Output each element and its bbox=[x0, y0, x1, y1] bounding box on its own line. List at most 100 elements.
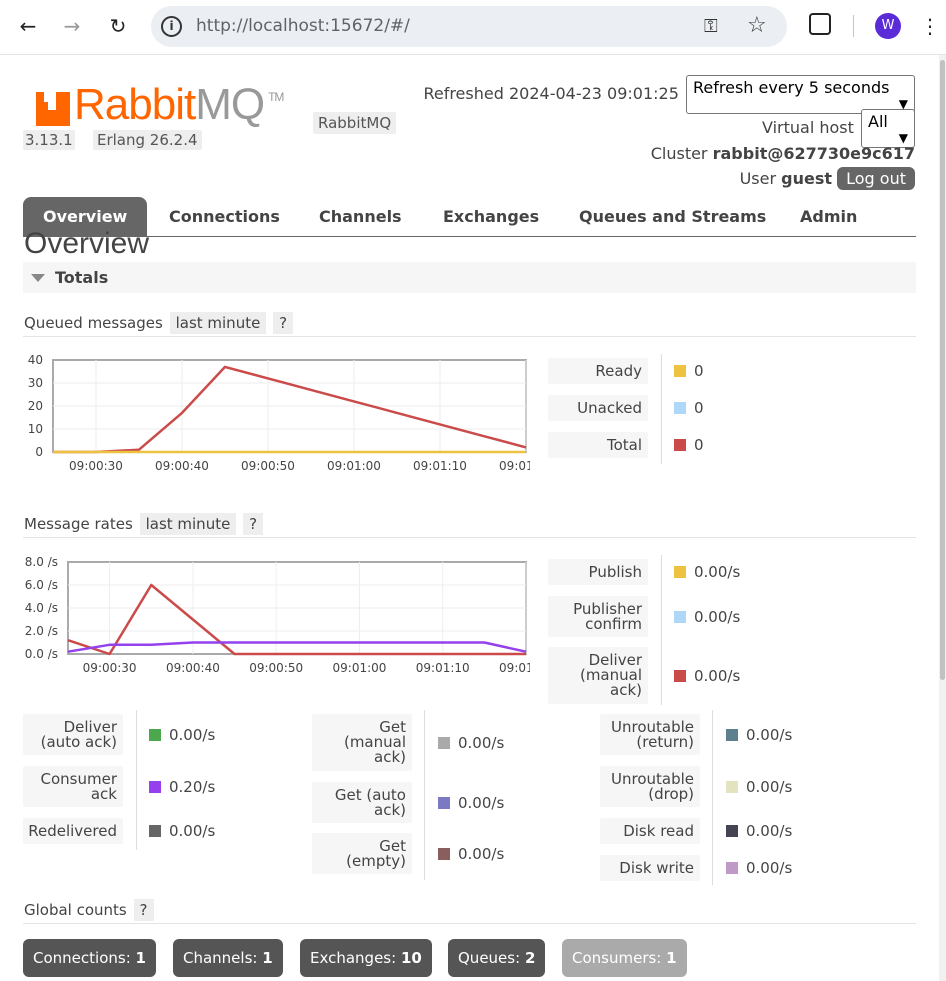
count-consumers[interactable]: Consumers: 1 bbox=[562, 939, 687, 977]
vhost-select[interactable]: All ▼ bbox=[861, 109, 915, 148]
legend-swatch bbox=[149, 728, 161, 741]
count-queues[interactable]: Queues: 2 bbox=[448, 939, 546, 977]
queued-messages-heading: Queued messages last minute ? bbox=[24, 312, 294, 334]
rabbitmq-logo-mark bbox=[36, 84, 70, 126]
legend-label: Get (manual ack) bbox=[312, 714, 412, 771]
legend-value: 0 bbox=[694, 362, 704, 380]
legend-swatch bbox=[674, 439, 686, 451]
legend-label: Deliver (manual ack) bbox=[548, 647, 648, 704]
rates-divider bbox=[23, 537, 916, 538]
legend-value: 0.00/s bbox=[169, 725, 216, 744]
forward-icon[interactable]: → bbox=[58, 12, 86, 40]
page-scrollbar[interactable] bbox=[939, 55, 946, 981]
x-tick-label: 09:00:30 bbox=[83, 661, 137, 675]
legend-value: 0.00/s bbox=[458, 733, 505, 752]
queued-messages-chart: 0 10 20 30 40 09:00:30 09:00:40 09:00:50 09:01:0… bbox=[28, 353, 530, 473]
refreshed-label: Refreshed bbox=[423, 84, 504, 103]
bookmark-star-icon[interactable]: ☆ bbox=[747, 13, 767, 38]
legend-label: Get (auto ack) bbox=[312, 782, 412, 823]
rates-help-button[interactable]: ? bbox=[243, 513, 264, 535]
tab-connections[interactable]: Connections bbox=[169, 197, 280, 237]
collapse-triangle-icon[interactable] bbox=[31, 274, 45, 282]
legend-swatch bbox=[674, 566, 686, 578]
legend-swatch bbox=[726, 728, 738, 741]
site-info-icon[interactable]: i bbox=[161, 16, 182, 37]
legend-swatch bbox=[438, 736, 450, 749]
count-channels[interactable]: Channels: 1 bbox=[173, 939, 283, 977]
address-bar[interactable]: i http://localhost:15672/#/ ⚿ ☆ bbox=[151, 6, 787, 47]
queued-range-selector[interactable]: last minute bbox=[169, 312, 267, 334]
user-row: User guest Log out bbox=[740, 167, 915, 190]
profile-avatar[interactable]: W bbox=[875, 13, 901, 39]
legend-swatch bbox=[726, 780, 738, 793]
x-tick-label: 09:00:40 bbox=[166, 661, 220, 675]
vhost-label: Virtual host bbox=[762, 118, 854, 137]
back-icon[interactable]: ← bbox=[14, 12, 42, 40]
y-tick-label: 40 bbox=[28, 353, 43, 367]
legend-label: Redelivered bbox=[23, 818, 123, 844]
toolbar-divider bbox=[853, 15, 854, 37]
queued-divider bbox=[23, 336, 916, 337]
legend-label: Deliver (auto ack) bbox=[23, 714, 123, 755]
tab-channels[interactable]: Channels bbox=[319, 197, 402, 237]
y-tick-label: 2.0 /s bbox=[25, 624, 58, 638]
tab-exchanges[interactable]: Exchanges bbox=[443, 197, 539, 237]
tab-queues-and-streams[interactable]: Queues and Streams bbox=[579, 197, 766, 237]
extensions-icon[interactable] bbox=[809, 13, 831, 35]
legend-swatch bbox=[674, 365, 686, 377]
y-tick-label: 30 bbox=[28, 376, 43, 390]
erlang-badge: Erlang 26.2.4 bbox=[93, 130, 202, 150]
user-label: User bbox=[739, 169, 777, 188]
legend-label: Total bbox=[548, 432, 648, 458]
refreshed-time: 2024-04-23 09:01:25 bbox=[508, 84, 679, 103]
legend-value: 0 bbox=[694, 399, 704, 417]
logo-tm-text: TM bbox=[268, 90, 284, 104]
legend-swatch bbox=[726, 862, 738, 874]
key-icon[interactable]: ⚿ bbox=[704, 16, 718, 37]
legend-swatch bbox=[438, 796, 450, 809]
x-tick-label: 09:01:00 bbox=[333, 661, 387, 675]
count-connections[interactable]: Connections: 1 bbox=[23, 939, 156, 977]
x-tick-label: 09:01:20 bbox=[499, 459, 530, 473]
scrollbar-thumb[interactable] bbox=[940, 60, 945, 680]
queued-help-button[interactable]: ? bbox=[273, 312, 294, 334]
menu-kebab-icon[interactable]: ⋮ bbox=[920, 12, 940, 40]
totals-title: Totals bbox=[55, 268, 109, 287]
count-exchanges[interactable]: Exchanges: 10 bbox=[300, 939, 432, 977]
legend-value: 0.00/s bbox=[746, 859, 793, 877]
global-divider bbox=[23, 923, 916, 924]
global-title: Global counts bbox=[24, 901, 127, 919]
legend-value: 0.00/s bbox=[694, 666, 741, 685]
cluster-row: Cluster rabbit@627730e9c617 bbox=[651, 144, 915, 163]
tab-admin[interactable]: Admin bbox=[800, 197, 857, 237]
main-tabs: Overview Connections Channels Exchanges … bbox=[23, 197, 916, 237]
user-name: guest bbox=[781, 169, 833, 188]
legend-label: Unacked bbox=[548, 395, 648, 421]
totals-section-header[interactable]: Totals bbox=[23, 262, 916, 293]
rates-title: Message rates bbox=[24, 515, 133, 533]
y-tick-label: 4.0 /s bbox=[25, 601, 58, 615]
legend-value: 0.00/s bbox=[458, 844, 505, 863]
x-tick-label: 09:01:00 bbox=[327, 459, 381, 473]
url-text[interactable]: http://localhost:15672/#/ bbox=[196, 16, 410, 36]
legend-swatch bbox=[674, 402, 686, 414]
x-tick-label: 09:00:50 bbox=[241, 459, 295, 473]
logout-button[interactable]: Log out bbox=[837, 167, 915, 190]
x-tick-label: 09:01:10 bbox=[413, 459, 467, 473]
rates-range-selector[interactable]: last minute bbox=[139, 513, 237, 535]
rates-legend-divider bbox=[661, 555, 662, 705]
legend-value: 0.00/s bbox=[694, 563, 741, 581]
rates-column-divider bbox=[712, 710, 713, 885]
reload-icon[interactable]: ↻ bbox=[104, 12, 132, 40]
queued-title: Queued messages bbox=[24, 314, 163, 332]
legend-value: 0.00/s bbox=[746, 822, 793, 840]
browser-toolbar: ← → ↻ i http://localhost:15672/#/ ⚿ ☆ W … bbox=[0, 0, 946, 55]
legend-value: 0 bbox=[694, 436, 704, 454]
y-tick-label: 0 bbox=[35, 445, 43, 459]
page-title: Overview bbox=[24, 227, 150, 260]
vhost-row: Virtual host All ▼ bbox=[762, 109, 915, 148]
global-help-button[interactable]: ? bbox=[133, 899, 154, 921]
legend-label: Publish bbox=[548, 559, 648, 585]
legend-value: 0.00/s bbox=[746, 725, 793, 744]
legend-value: 0.00/s bbox=[746, 777, 793, 796]
